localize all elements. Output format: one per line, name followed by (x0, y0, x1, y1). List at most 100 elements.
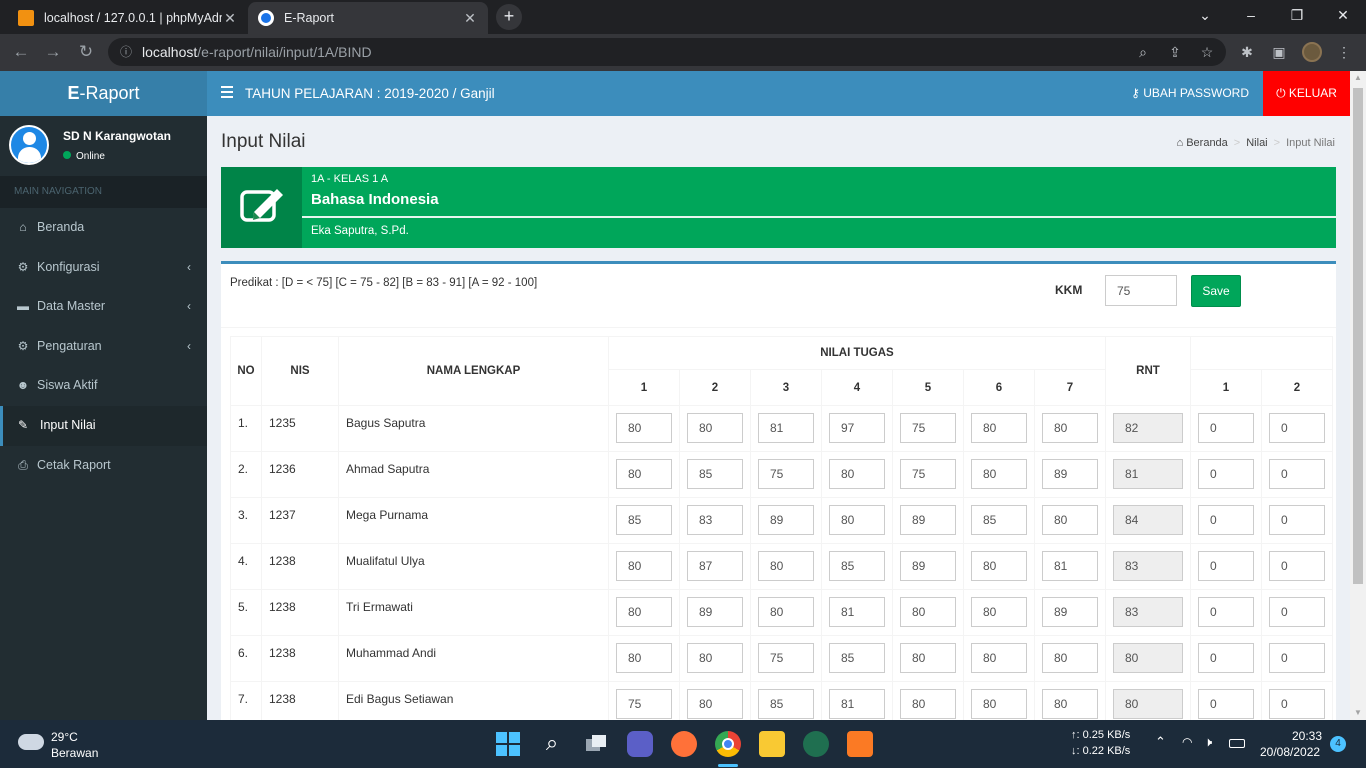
close-window-button[interactable]: ✕ (1320, 0, 1366, 32)
back-button[interactable]: ← (8, 40, 34, 66)
clock-date[interactable]: 20/08/2022 (1260, 745, 1320, 759)
nilai-extra-2-input[interactable] (1269, 597, 1325, 627)
tab-phpmyadmin[interactable]: localhost / 127.0.0.1 | phpMyAdmin ✕ (8, 2, 248, 34)
nilai-extra-2-input[interactable] (1269, 413, 1325, 443)
nilai-tugas-1-input[interactable] (616, 689, 672, 719)
nilai-tugas-4-input[interactable] (829, 643, 885, 673)
sidebar-item-data-master[interactable]: ▬ Data Master ‹ (0, 287, 207, 327)
task-view-icon[interactable] (583, 731, 609, 757)
nilai-tugas-3-input[interactable] (758, 689, 814, 719)
sidebar-item-pengaturan[interactable]: ⚙ Pengaturan ‹ (0, 327, 207, 367)
nilai-tugas-5-input[interactable] (900, 551, 956, 581)
nilai-tugas-5-input[interactable] (900, 643, 956, 673)
keluar-button[interactable]: ⏻ KELUAR (1263, 71, 1350, 116)
nilai-tugas-1-input[interactable] (616, 459, 672, 489)
profile-avatar[interactable] (1302, 42, 1322, 62)
nilai-tugas-1-input[interactable] (616, 551, 672, 581)
sidebar-item-input-nilai[interactable]: ✎ Input Nilai (0, 405, 207, 446)
nilai-extra-1-input[interactable] (1198, 643, 1254, 673)
nilai-extra-2-input[interactable] (1269, 459, 1325, 489)
scroll-up-icon[interactable]: ▲ (1350, 71, 1366, 85)
clock-time[interactable]: 20:33 (1292, 729, 1322, 743)
file-explorer-icon[interactable] (759, 731, 785, 757)
chrome-icon[interactable] (715, 731, 741, 757)
reload-button[interactable]: ↻ (73, 40, 99, 66)
nilai-tugas-1-input[interactable] (616, 597, 672, 627)
url-input[interactable]: ⓘ localhost/e-raport/nilai/input/1A/BIND… (108, 38, 1226, 66)
nilai-tugas-6-input[interactable] (971, 643, 1027, 673)
scrollbar-thumb[interactable] (1353, 88, 1363, 584)
nilai-tugas-2-input[interactable] (687, 643, 743, 673)
nilai-extra-1-input[interactable] (1198, 459, 1254, 489)
nilai-extra-1-input[interactable] (1198, 505, 1254, 535)
nilai-tugas-2-input[interactable] (687, 505, 743, 535)
site-info-icon[interactable]: ⓘ (120, 38, 132, 66)
nilai-tugas-5-input[interactable] (900, 597, 956, 627)
nilai-extra-1-input[interactable] (1198, 413, 1254, 443)
share-icon[interactable]: ⇪ (1166, 44, 1184, 62)
nilai-tugas-5-input[interactable] (900, 505, 956, 535)
nilai-tugas-4-input[interactable] (829, 505, 885, 535)
sidebar-item-siswa-aktif[interactable]: ☻ Siswa Aktif (0, 366, 207, 406)
tab-search-icon[interactable]: ⌄ (1182, 0, 1228, 32)
zoom-icon[interactable]: ⌕ (1134, 44, 1152, 62)
nilai-tugas-2-input[interactable] (687, 551, 743, 581)
battery-icon[interactable] (1229, 739, 1245, 748)
nilai-tugas-5-input[interactable] (900, 413, 956, 443)
menu-icon[interactable]: ⋮ (1334, 43, 1354, 63)
ubah-password-link[interactable]: ⚷ UBAH PASSWORD (1131, 71, 1249, 116)
nilai-tugas-3-input[interactable] (758, 643, 814, 673)
nilai-tugas-3-input[interactable] (758, 459, 814, 489)
nilai-tugas-7-input[interactable] (1042, 505, 1098, 535)
firefox-icon[interactable] (671, 731, 697, 757)
nilai-tugas-6-input[interactable] (971, 459, 1027, 489)
breadcrumb-nilai[interactable]: Nilai (1246, 137, 1267, 149)
nilai-extra-1-input[interactable] (1198, 597, 1254, 627)
maximize-button[interactable]: ❐ (1274, 0, 1320, 32)
tab-eraport[interactable]: E-Raport ✕ (248, 2, 488, 34)
breadcrumb-beranda[interactable]: Beranda (1186, 137, 1228, 149)
nilai-tugas-6-input[interactable] (971, 413, 1027, 443)
nilai-tugas-1-input[interactable] (616, 643, 672, 673)
nilai-extra-2-input[interactable] (1269, 551, 1325, 581)
save-button[interactable]: Save (1191, 275, 1241, 307)
close-tab-icon[interactable]: ✕ (462, 10, 478, 27)
wifi-icon[interactable]: ◠ (1182, 735, 1192, 749)
page-scrollbar[interactable]: ▲ ▼ (1350, 71, 1366, 720)
nilai-tugas-7-input[interactable] (1042, 413, 1098, 443)
bookmark-star-icon[interactable]: ☆ (1198, 44, 1216, 62)
chat-icon[interactable] (627, 731, 653, 757)
scroll-down-icon[interactable]: ▼ (1350, 706, 1366, 720)
minimize-button[interactable]: – (1228, 0, 1274, 32)
app-icon[interactable] (803, 731, 829, 757)
nilai-tugas-1-input[interactable] (616, 505, 672, 535)
side-panel-icon[interactable]: ▣ (1269, 43, 1289, 63)
app-logo[interactable]: E-Raport (0, 71, 207, 116)
nilai-tugas-1-input[interactable] (616, 413, 672, 443)
nilai-tugas-3-input[interactable] (758, 597, 814, 627)
nilai-tugas-4-input[interactable] (829, 551, 885, 581)
nilai-tugas-4-input[interactable] (829, 459, 885, 489)
nilai-tugas-2-input[interactable] (687, 597, 743, 627)
notification-badge[interactable]: 4 (1330, 736, 1346, 752)
nilai-extra-1-input[interactable] (1198, 551, 1254, 581)
chevron-up-icon[interactable]: ⌃ (1155, 734, 1166, 750)
nilai-tugas-3-input[interactable] (758, 505, 814, 535)
sidebar-toggle-icon[interactable] (221, 86, 233, 100)
sidebar-item-beranda[interactable]: ⌂ Beranda (0, 208, 207, 248)
new-tab-button[interactable]: + (496, 4, 522, 30)
nilai-tugas-3-input[interactable] (758, 551, 814, 581)
sidebar-item-konfigurasi[interactable]: ⚙ Konfigurasi ‹ (0, 248, 207, 288)
xampp-icon[interactable] (847, 731, 873, 757)
nilai-tugas-7-input[interactable] (1042, 551, 1098, 581)
nilai-tugas-6-input[interactable] (971, 597, 1027, 627)
nilai-extra-2-input[interactable] (1269, 689, 1325, 719)
nilai-tugas-4-input[interactable] (829, 689, 885, 719)
nilai-tugas-7-input[interactable] (1042, 689, 1098, 719)
kkm-input[interactable] (1105, 275, 1177, 306)
volume-icon[interactable]: 🕨 (1204, 734, 1212, 750)
nilai-extra-2-input[interactable] (1269, 643, 1325, 673)
search-icon[interactable]: ⌕ (539, 731, 565, 757)
forward-button[interactable]: → (40, 40, 66, 66)
start-icon[interactable] (495, 731, 521, 757)
